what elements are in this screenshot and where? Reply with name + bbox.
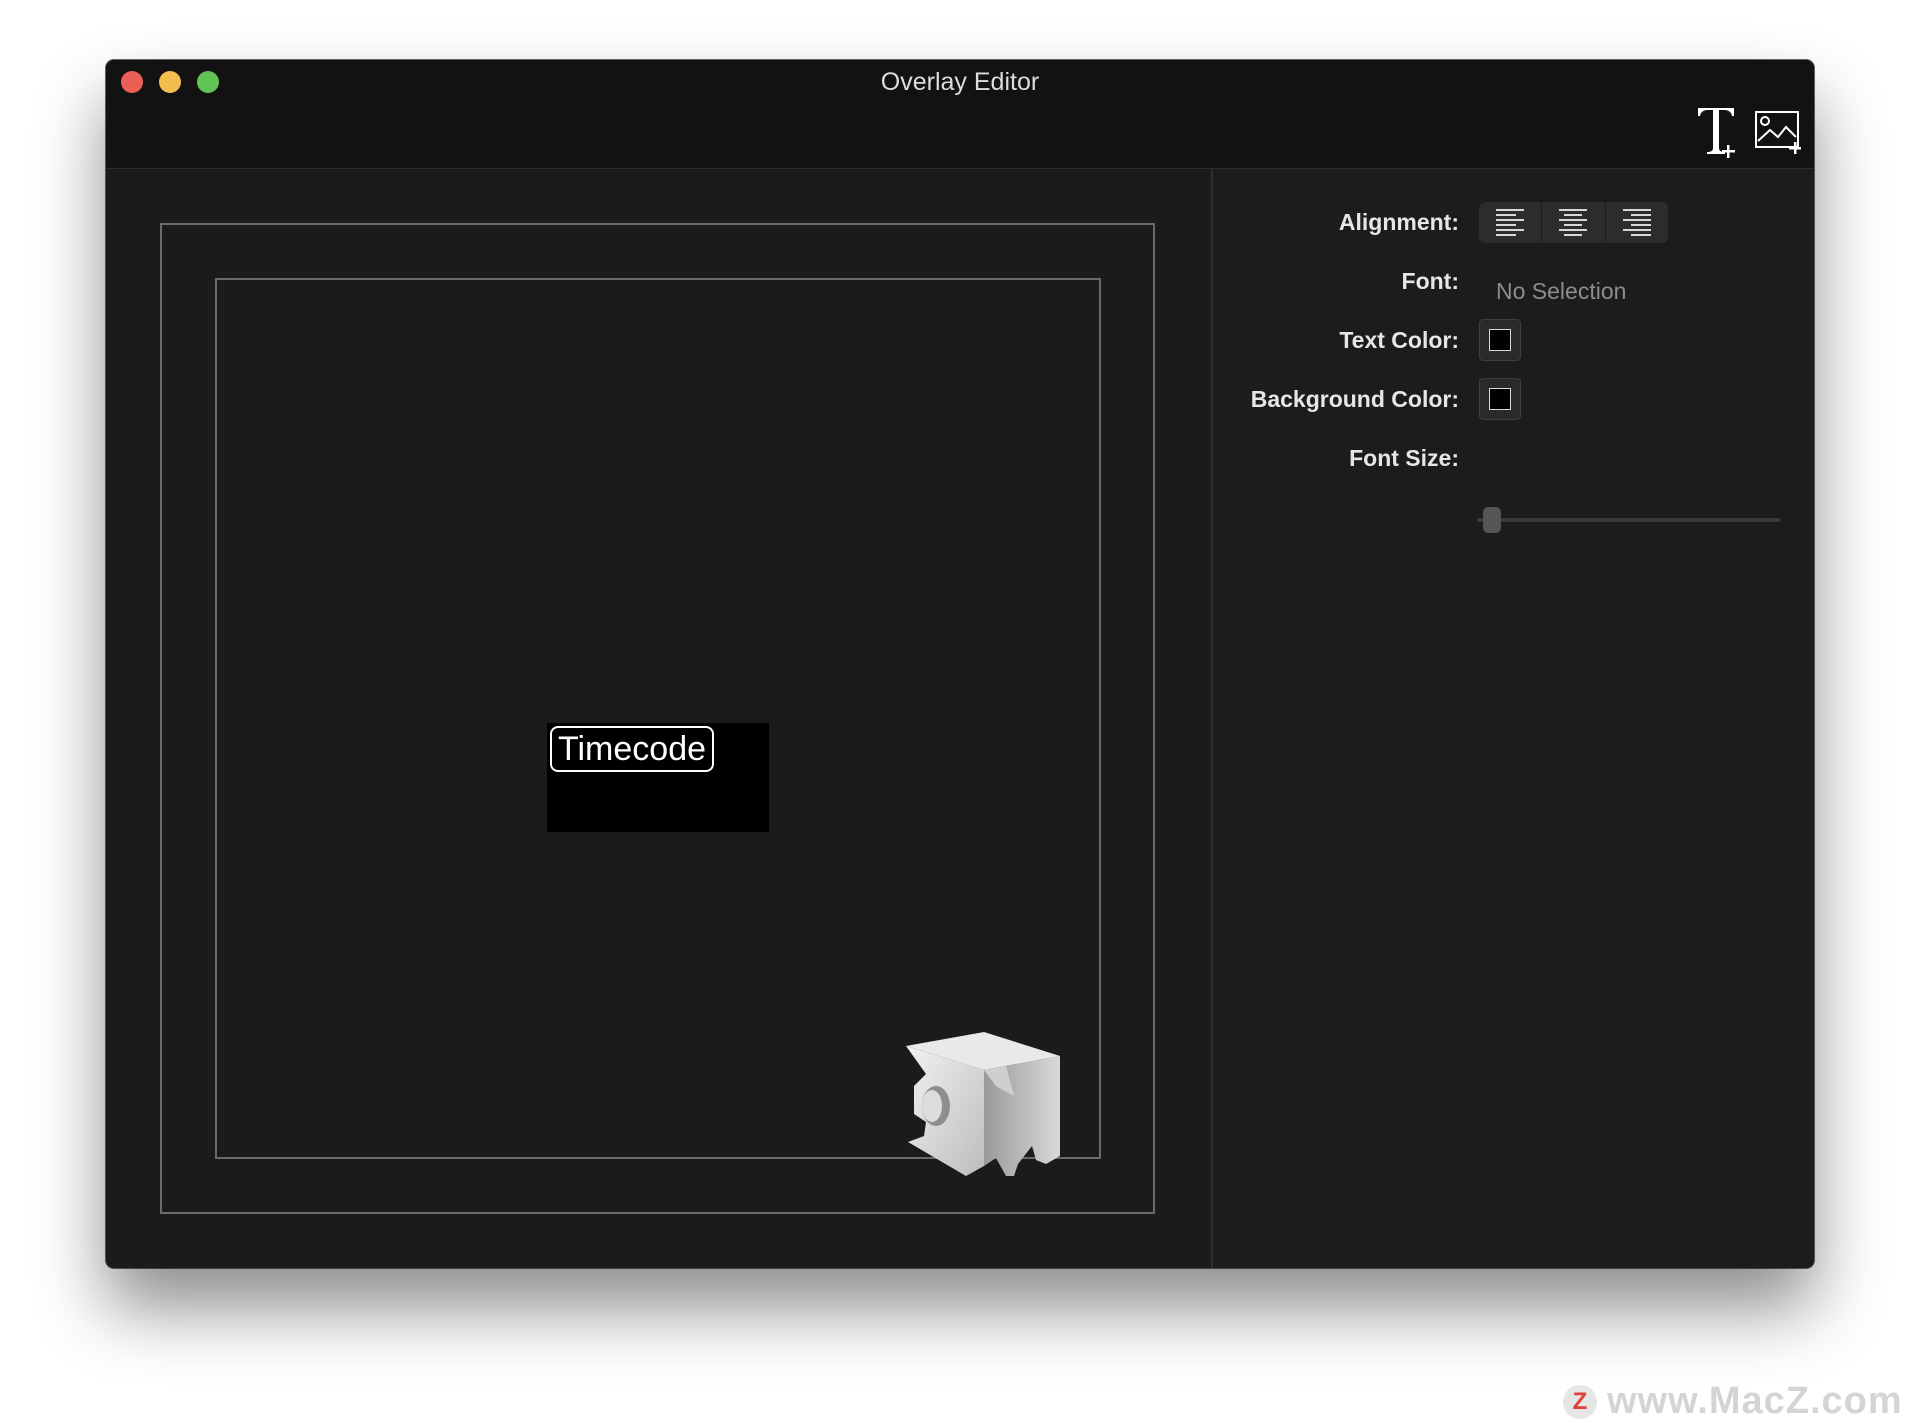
timecode-label: Timecode [550, 726, 715, 772]
titlebar: Overlay Editor [106, 60, 1814, 169]
text-color-swatch [1489, 329, 1511, 351]
overlay-editor-window: Overlay Editor Timecode Alignment: Font:… [106, 60, 1814, 1268]
watermark-z-icon: Z [1563, 1384, 1597, 1419]
add-image-button[interactable] [1754, 110, 1804, 154]
font-label: Font: [1401, 268, 1459, 294]
font-size-slider[interactable] [1477, 507, 1780, 533]
alignment-segmented-control[interactable] [1479, 202, 1668, 243]
font-size-slider-knob[interactable] [1483, 507, 1501, 533]
text-color-label: Text Color: [1339, 327, 1459, 353]
image-add-icon [1755, 111, 1801, 154]
timecode-overlay[interactable]: Timecode [547, 723, 769, 832]
watermark-text: www.MacZ.com [1607, 1380, 1903, 1422]
overlay-canvas[interactable]: Timecode [106, 169, 1211, 1268]
background-color-well[interactable] [1479, 378, 1521, 420]
align-left-button[interactable] [1479, 202, 1543, 243]
font-value[interactable]: No Selection [1496, 278, 1626, 305]
watermark: Z www.MacZ.com [1563, 1380, 1903, 1423]
text-color-well[interactable] [1479, 319, 1521, 361]
add-text-button[interactable] [1694, 102, 1742, 160]
inspector-panel: Alignment: Font: No Selection Text Color… [1213, 169, 1814, 1268]
3d-m-logo-overlay[interactable] [896, 1026, 1076, 1196]
text-add-icon [1698, 108, 1735, 158]
align-center-button[interactable] [1542, 202, 1606, 243]
align-center-icon [1559, 208, 1588, 236]
align-right-button[interactable] [1606, 202, 1668, 243]
background-color-label: Background Color: [1250, 386, 1459, 412]
3d-m-logo-icon [906, 1032, 1060, 1176]
align-left-icon [1496, 208, 1525, 236]
font-size-label: Font Size: [1349, 445, 1459, 471]
alignment-label: Alignment: [1338, 209, 1459, 235]
background-color-swatch [1489, 388, 1511, 410]
window-title: Overlay Editor [880, 68, 1040, 96]
align-right-icon [1622, 208, 1651, 236]
